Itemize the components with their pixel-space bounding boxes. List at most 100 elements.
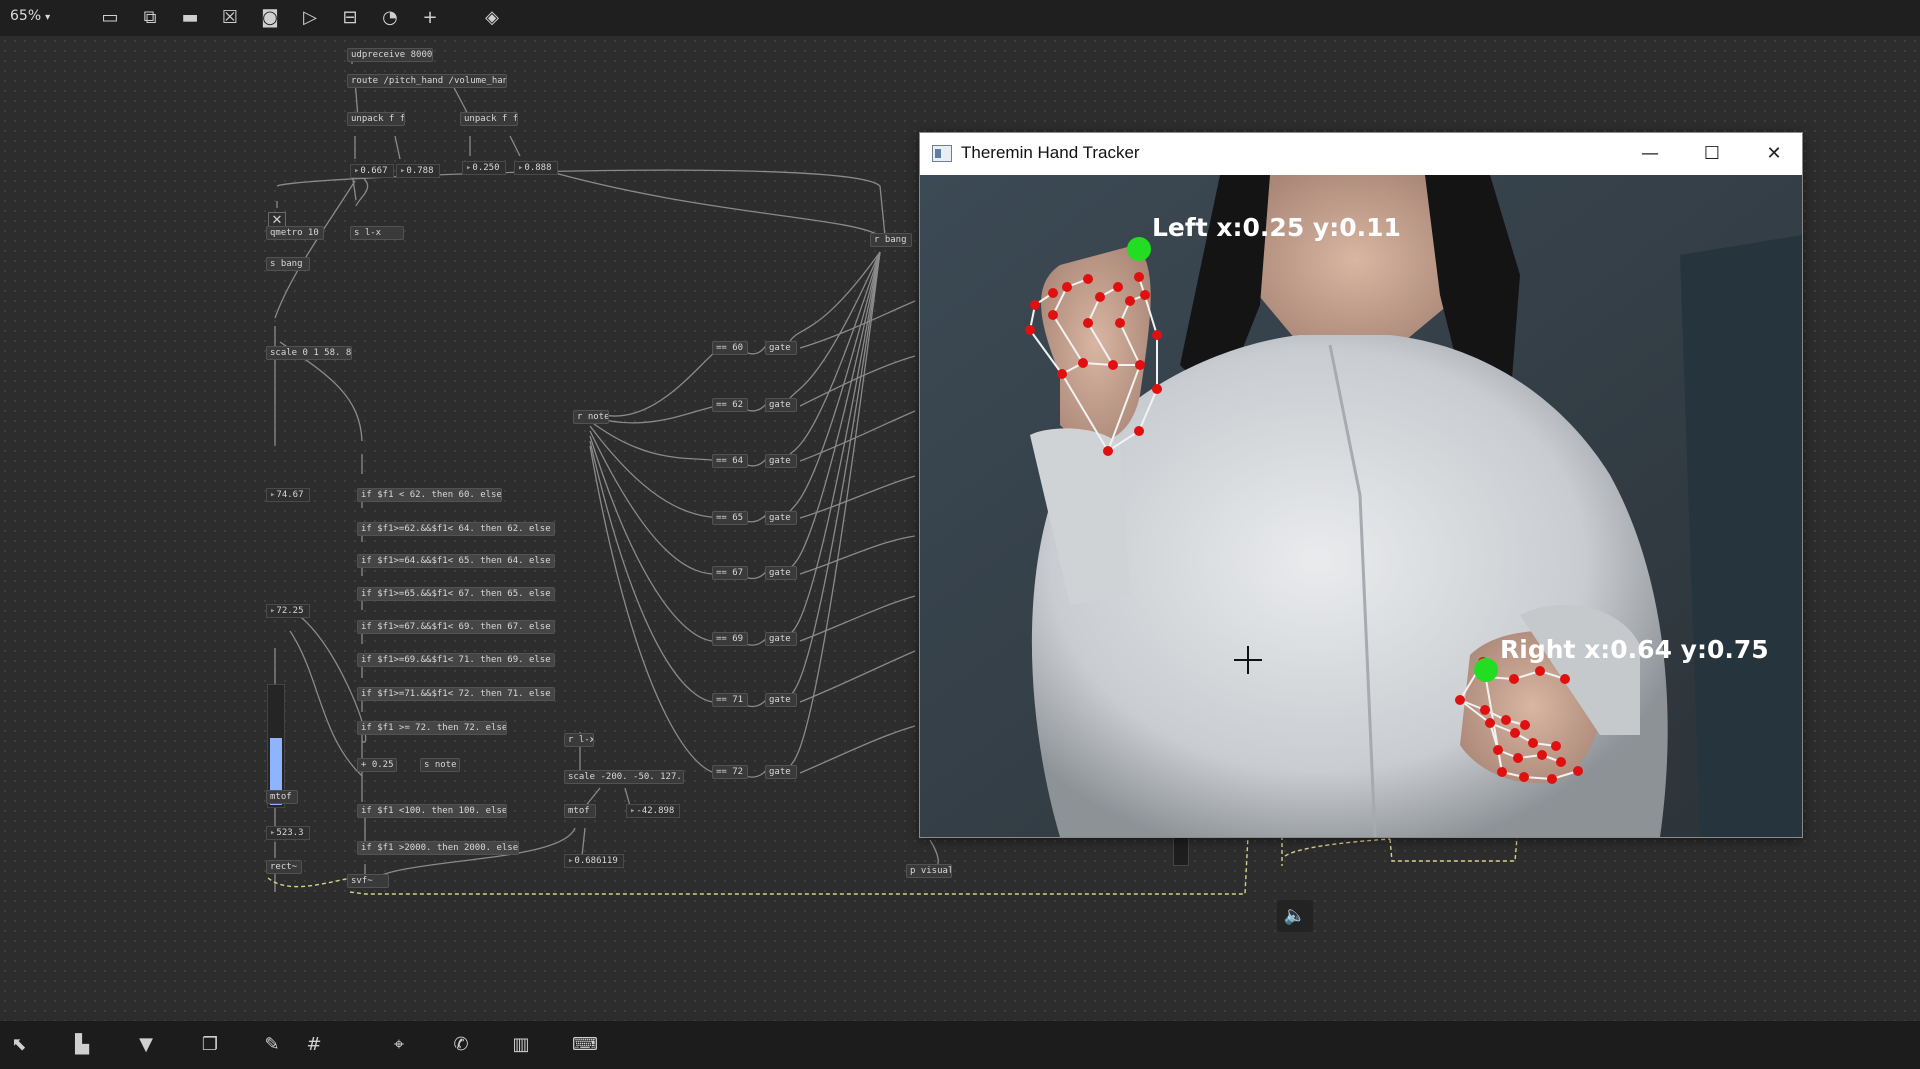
dial-icon[interactable]: ◔	[377, 5, 403, 31]
number-volume-out[interactable]: 0.686119	[564, 854, 624, 868]
expr-clip-low[interactable]: if $f1 <100. then 100. else $f1	[357, 804, 507, 818]
eq-71-object[interactable]: == 71	[712, 693, 748, 707]
button-icon[interactable]: ◙	[257, 5, 283, 31]
inspector-icon[interactable]: ▙	[68, 1032, 96, 1058]
hand-landmark	[1520, 720, 1530, 730]
send-lx-object[interactable]: s l-x	[350, 226, 404, 240]
udpreceive-object[interactable]: udpreceive 8000	[347, 48, 433, 62]
tag-icon[interactable]: ⌖	[385, 1032, 413, 1058]
play-icon[interactable]: ▷	[297, 5, 323, 31]
hand-landmark	[1113, 282, 1123, 292]
scale-object[interactable]: scale 0 1 58. 83.	[266, 346, 352, 360]
presentation-mode-icon[interactable]: ▭	[97, 5, 123, 31]
send-note-object[interactable]: s note	[420, 758, 460, 772]
object-box-icon[interactable]: ⧉	[137, 5, 163, 31]
hand-landmark	[1560, 674, 1570, 684]
hand-landmark	[1048, 288, 1058, 298]
eq-60-object[interactable]: == 60	[712, 341, 748, 355]
add-object-icon[interactable]: +	[417, 5, 443, 31]
gate-object[interactable]: gate	[765, 632, 797, 646]
maximize-button[interactable]: ☐	[1682, 133, 1742, 175]
gate-object[interactable]: gate	[765, 341, 797, 355]
qmetro-object[interactable]: qmetro 10	[266, 226, 324, 240]
number-volume-x[interactable]: 0.250	[462, 161, 506, 175]
left-index-tip-marker	[1127, 237, 1151, 261]
gate-object[interactable]: gate	[765, 765, 797, 779]
p-visual-object[interactable]: p visual	[906, 864, 952, 878]
number-pitch-y[interactable]: 0.788	[396, 164, 440, 178]
mtof-object[interactable]: mtof	[266, 790, 298, 804]
toggle-x-icon[interactable]: ☒	[217, 5, 243, 31]
mtof-volume-object[interactable]: mtof	[564, 804, 596, 818]
eq-72-object[interactable]: == 72	[712, 765, 748, 779]
eq-62-object[interactable]: == 62	[712, 398, 748, 412]
expr-quantize-65[interactable]: if $f1>=65.&&$f1< 67. then 65. else $f1	[357, 587, 555, 601]
route-object[interactable]: route /pitch_hand /volume_hand	[347, 74, 507, 88]
expr-quantize-67[interactable]: if $f1>=67.&&$f1< 69. then 67. else $f1	[357, 620, 555, 634]
receive-note-object[interactable]: r note	[573, 410, 609, 424]
keyboard-icon[interactable]: ⌨	[571, 1032, 599, 1058]
paint-bucket-icon[interactable]: ◈	[479, 5, 505, 31]
slider-box-icon[interactable]: ⊟	[337, 5, 363, 31]
grid-icon[interactable]: #	[300, 1032, 328, 1058]
receive-bang-object[interactable]: r bang	[870, 233, 912, 247]
hand-landmark	[1095, 292, 1105, 302]
eq-67-object[interactable]: == 67	[712, 566, 748, 580]
expr-quantize-62[interactable]: if $f1>=62.&&$f1< 64. then 62. else $f1	[357, 522, 555, 536]
zoom-dropdown[interactable]: 65% ▾	[10, 8, 50, 24]
expr-quantize-72[interactable]: if $f1 >= 72. then 72. else $f1	[357, 721, 507, 735]
hand-landmark	[1551, 741, 1561, 751]
eq-69-object[interactable]: == 69	[712, 632, 748, 646]
number-frequency[interactable]: 523.3	[266, 826, 310, 840]
rect-object[interactable]: rect~	[266, 860, 302, 874]
hand-landmark	[1528, 738, 1538, 748]
eq-64-object[interactable]: == 64	[712, 454, 748, 468]
hand-landmark	[1030, 300, 1040, 310]
expr-quantize-69[interactable]: if $f1>=69.&&$f1< 71. then 69. else $f1	[357, 653, 555, 667]
receive-lx-object[interactable]: r l-x	[564, 733, 594, 747]
window-titlebar[interactable]: Theremin Hand Tracker — ☐ ✕	[920, 133, 1802, 175]
speaker-icon[interactable]: 🔈	[1277, 900, 1313, 932]
hand-landmark	[1497, 767, 1507, 777]
unpack-pitch-object[interactable]: unpack f f	[347, 112, 405, 126]
minimize-button[interactable]: —	[1620, 133, 1680, 175]
number-volume-y[interactable]: 0.888	[514, 161, 558, 175]
unpack-volume-object[interactable]: unpack f f	[460, 112, 518, 126]
number-scaled-pitch[interactable]: 74.67	[266, 488, 310, 502]
library-icon[interactable]: ▥	[507, 1032, 535, 1058]
number-pitch[interactable]: 72.25	[266, 604, 310, 618]
edit-lock-icon[interactable]: ✎	[258, 1032, 286, 1058]
hand-landmark	[1125, 296, 1135, 306]
gate-object[interactable]: gate	[765, 566, 797, 580]
gate-object[interactable]: gate	[765, 511, 797, 525]
expr-clip-high[interactable]: if $f1 >2000. then 2000. else $f1	[357, 841, 519, 855]
select-arrow-icon[interactable]: ⬉	[5, 1032, 33, 1058]
right-index-tip-marker	[1474, 658, 1498, 682]
plus-object[interactable]: + 0.25	[357, 758, 397, 772]
scale-volume-object[interactable]: scale -200. -50. 127. 0.	[564, 770, 684, 784]
expr-quantize-60[interactable]: if $f1 < 62. then 60. else $f1	[357, 488, 502, 502]
left-hand-label: Left x:0.25 y:0.11	[1152, 213, 1401, 242]
layers-icon[interactable]: ❐	[196, 1032, 224, 1058]
level-meter	[1173, 836, 1189, 866]
expr-quantize-71[interactable]: if $f1>=71.&&$f1< 72. then 71. else $f1	[357, 687, 555, 701]
svf-object[interactable]: svf~	[347, 874, 389, 888]
comment-bubble-icon[interactable]: ▼	[132, 1032, 160, 1058]
expr-quantize-64[interactable]: if $f1>=64.&&$f1< 65. then 64. else $f1	[357, 554, 555, 568]
gate-object[interactable]: gate	[765, 693, 797, 707]
comment-icon[interactable]: ▬	[177, 5, 203, 31]
hand-landmark	[1535, 666, 1545, 676]
close-button[interactable]: ✕	[1744, 133, 1804, 175]
hand-landmark	[1455, 695, 1465, 705]
number-negative[interactable]: -42.898	[626, 804, 680, 818]
hand-landmark	[1083, 274, 1093, 284]
eq-65-object[interactable]: == 65	[712, 511, 748, 525]
gate-object[interactable]: gate	[765, 398, 797, 412]
hand-landmark	[1134, 426, 1144, 436]
number-pitch-x[interactable]: 0.667	[350, 164, 394, 178]
gate-object[interactable]: gate	[765, 454, 797, 468]
send-bang-object[interactable]: s bang	[266, 257, 310, 271]
window-title: Theremin Hand Tracker	[961, 143, 1140, 162]
wrench-icon[interactable]: ✆	[447, 1032, 475, 1058]
door-shadow	[1680, 235, 1802, 837]
